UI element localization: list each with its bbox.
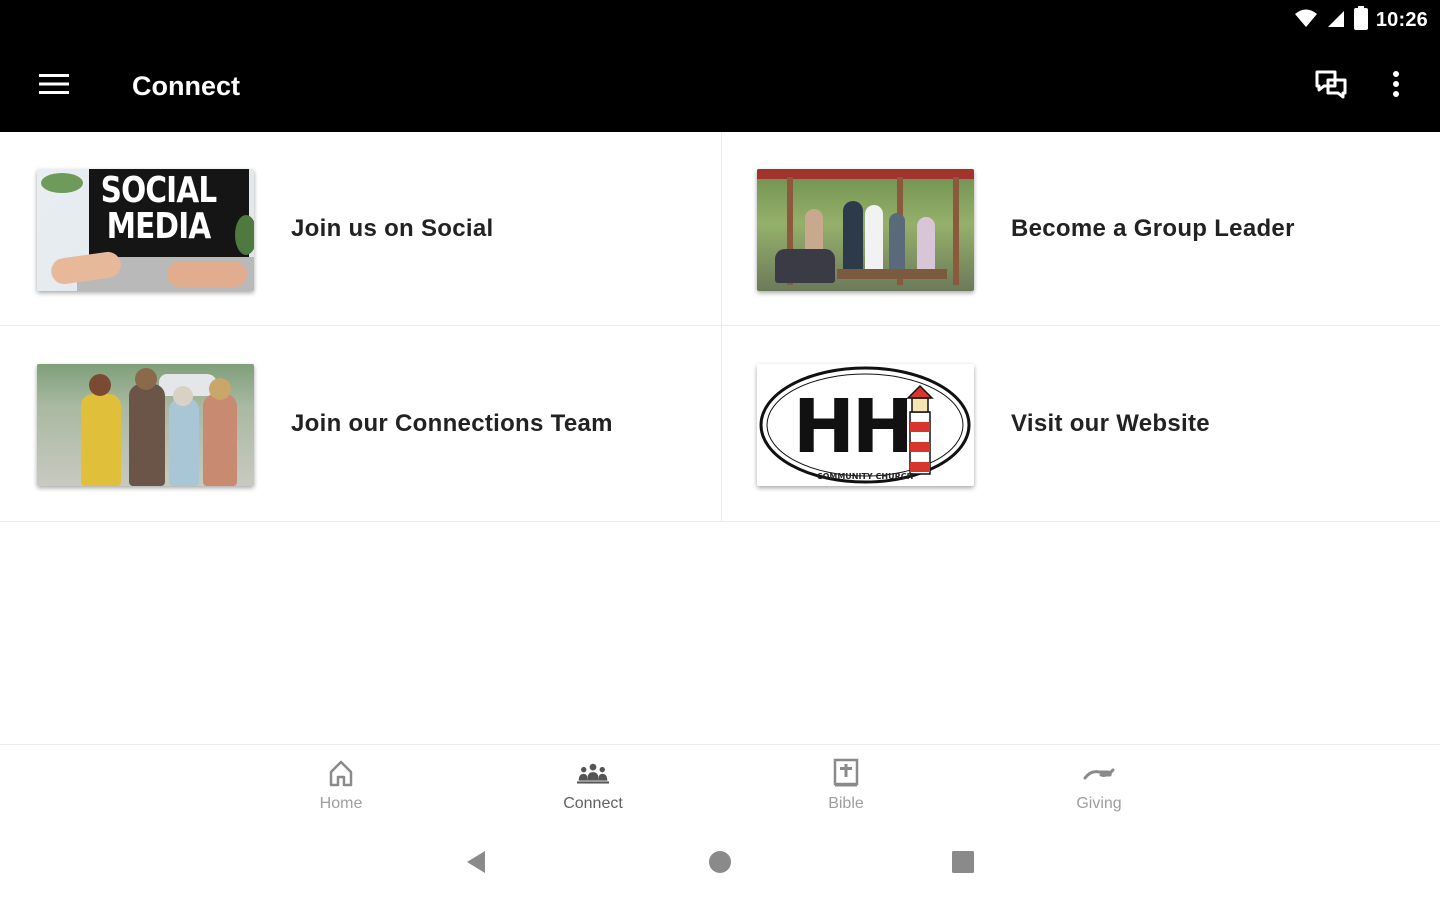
wifi-icon xyxy=(1294,8,1318,33)
app-bar: Connect xyxy=(0,40,1440,132)
thumbnail-text: SOCIAL MEDIA xyxy=(100,170,218,247)
nav-bible[interactable]: Bible xyxy=(786,757,906,823)
tile-label: Visit our Website xyxy=(1011,410,1210,437)
head xyxy=(135,368,157,390)
system-home-button[interactable] xyxy=(700,846,740,882)
recents-square-icon xyxy=(951,850,975,879)
nav-home[interactable]: Home xyxy=(281,757,401,823)
system-navigation-bar xyxy=(0,828,1440,900)
page-title: Connect xyxy=(132,71,240,101)
tile-connections-team[interactable]: Join our Connections Team xyxy=(0,327,720,522)
group-photo-thumbnail xyxy=(757,169,974,291)
pavilion-post xyxy=(953,177,959,285)
head xyxy=(209,378,231,400)
status-time: 10:26 xyxy=(1375,8,1428,31)
system-back-button[interactable] xyxy=(456,846,496,882)
nav-label: Giving xyxy=(1076,795,1122,812)
status-icons: 10:26 xyxy=(1294,5,1428,35)
social-media-thumbnail: SOCIAL MEDIA xyxy=(37,169,254,291)
logo-ring-text: COMMUNITY CHURCH xyxy=(817,472,914,481)
picnic-table xyxy=(837,269,947,279)
home-circle-icon xyxy=(708,850,732,879)
head xyxy=(173,386,193,406)
more-vertical-icon xyxy=(1392,70,1400,103)
bottom-navigation: Home Connect Bible Giving xyxy=(0,744,1440,828)
seated-people xyxy=(775,249,835,283)
status-bar: 10:26 xyxy=(0,0,1440,40)
person xyxy=(865,205,883,279)
battery-icon xyxy=(1353,5,1368,35)
person xyxy=(169,398,199,486)
nav-giving[interactable]: Giving xyxy=(1039,757,1159,823)
people-group-icon xyxy=(577,757,609,789)
giving-hand-icon xyxy=(1083,757,1115,789)
back-triangle-icon xyxy=(465,850,487,879)
person xyxy=(81,394,121,486)
person xyxy=(203,394,237,486)
nav-label: Home xyxy=(319,795,363,812)
tile-join-social[interactable]: SOCIAL MEDIA Join us on Social xyxy=(0,132,720,327)
nav-label: Connect xyxy=(563,795,623,812)
plant-decoration xyxy=(235,215,254,255)
connect-grid: SOCIAL MEDIA Join us on Social Become a … xyxy=(0,132,1440,522)
tile-label: Become a Group Leader xyxy=(1011,215,1295,242)
person xyxy=(129,384,165,486)
grid-divider xyxy=(0,325,1440,326)
messages-button[interactable] xyxy=(1306,62,1356,110)
plant-decoration xyxy=(41,173,83,193)
tile-label: Join us on Social xyxy=(291,215,494,242)
home-icon xyxy=(325,757,357,789)
menu-button[interactable] xyxy=(28,68,80,104)
grid-divider xyxy=(721,132,722,522)
hand xyxy=(167,261,247,287)
hamburger-menu-icon xyxy=(39,73,69,100)
church-logo-thumbnail: HH COMMUNITY CHURCH xyxy=(757,364,974,486)
tile-visit-website[interactable]: HH COMMUNITY CHURCH Visit our Website xyxy=(720,327,1440,522)
person xyxy=(843,201,863,279)
signal-icon xyxy=(1326,8,1346,33)
chat-bubbles-icon xyxy=(1314,69,1348,104)
nav-label: Bible xyxy=(828,795,864,812)
system-recents-button[interactable] xyxy=(943,846,983,882)
bible-icon xyxy=(830,757,862,789)
tile-label: Join our Connections Team xyxy=(291,410,613,437)
tile-group-leader[interactable]: Become a Group Leader xyxy=(720,132,1440,327)
nav-connect[interactable]: Connect xyxy=(533,757,653,823)
team-photo-thumbnail xyxy=(37,364,254,486)
more-options-button[interactable] xyxy=(1376,62,1416,110)
head xyxy=(89,374,111,396)
church-logo: HH COMMUNITY CHURCH xyxy=(759,366,971,484)
logo-letters: HH xyxy=(793,384,911,470)
grid-divider xyxy=(0,521,1440,522)
